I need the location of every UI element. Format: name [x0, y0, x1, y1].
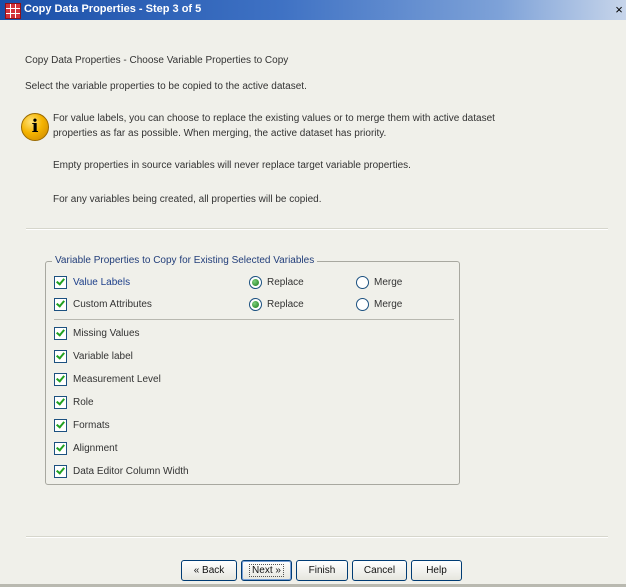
finish-button[interactable]: Finish	[296, 560, 348, 581]
close-button[interactable]: ×	[612, 1, 626, 19]
alignment-checkbox[interactable]: Alignment	[54, 442, 117, 455]
checkbox-checked	[54, 465, 67, 478]
checkbox-checked	[54, 396, 67, 409]
radio-label: Replace	[267, 277, 304, 288]
separator	[26, 228, 608, 230]
cancel-button[interactable]: Cancel	[352, 560, 407, 581]
spss-data-grid-icon	[5, 3, 21, 19]
radio-selected	[249, 276, 262, 289]
group-box-title: Variable Properties to Copy for Existing…	[52, 255, 318, 266]
radio-unselected	[356, 276, 369, 289]
help-button[interactable]: Help	[411, 560, 462, 581]
radio-label: Merge	[374, 299, 403, 310]
role-checkbox[interactable]: Role	[54, 396, 94, 409]
formats-checkbox[interactable]: Formats	[54, 419, 110, 432]
window-title: Copy Data Properties - Step 3 of 5	[24, 3, 202, 15]
checkbox-checked	[54, 350, 67, 363]
checkbox-label: Missing Values	[73, 328, 140, 339]
checkbox-checked	[54, 298, 67, 311]
back-button[interactable]: « Back	[181, 560, 237, 581]
value-labels-merge-radio[interactable]: Merge	[356, 276, 402, 289]
custom-attributes-merge-radio[interactable]: Merge	[356, 298, 402, 311]
radio-label: Replace	[267, 299, 304, 310]
custom-attributes-replace-radio[interactable]: Replace	[249, 298, 304, 311]
measurement-level-checkbox[interactable]: Measurement Level	[54, 373, 161, 386]
next-button-label: Next »	[249, 564, 284, 577]
checkbox-label: Custom Attributes	[73, 299, 152, 310]
variable-label-checkbox[interactable]: Variable label	[54, 350, 133, 363]
checkbox-checked	[54, 276, 67, 289]
radio-unselected	[356, 298, 369, 311]
checkbox-checked	[54, 442, 67, 455]
value-labels-replace-radio[interactable]: Replace	[249, 276, 304, 289]
info-icon: i	[21, 113, 49, 141]
step-instruction: Select the variable properties to be cop…	[25, 81, 307, 92]
checkbox-label: Value Labels	[73, 277, 131, 288]
checkbox-label: Variable label	[73, 351, 133, 362]
column-width-checkbox[interactable]: Data Editor Column Width	[54, 465, 189, 478]
radio-selected	[249, 298, 262, 311]
checkbox-checked	[54, 327, 67, 340]
checkbox-checked	[54, 419, 67, 432]
radio-label: Merge	[374, 277, 403, 288]
missing-values-checkbox[interactable]: Missing Values	[54, 327, 140, 340]
info-text-line2: properties as far as possible. When merg…	[53, 128, 387, 139]
separator	[26, 536, 608, 538]
empty-properties-note: Empty properties in source variables wil…	[53, 160, 411, 171]
checkbox-label: Formats	[73, 420, 110, 431]
info-icon-glyph: i	[31, 116, 39, 137]
checkbox-checked	[54, 373, 67, 386]
next-button[interactable]: Next »	[241, 560, 292, 581]
checkbox-label: Role	[73, 397, 94, 408]
info-text-line1: For value labels, you can choose to repl…	[53, 113, 495, 124]
group-divider	[54, 319, 454, 320]
checkbox-label: Data Editor Column Width	[73, 466, 189, 477]
value-labels-checkbox[interactable]: Value Labels	[54, 276, 130, 289]
custom-attributes-checkbox[interactable]: Custom Attributes	[54, 298, 152, 311]
checkbox-label: Measurement Level	[73, 374, 161, 385]
new-variables-note: For any variables being created, all pro…	[53, 194, 322, 205]
title-bar: Copy Data Properties - Step 3 of 5 ×	[0, 0, 626, 20]
checkbox-label: Alignment	[73, 443, 118, 454]
step-subtitle: Copy Data Properties - Choose Variable P…	[25, 55, 289, 66]
